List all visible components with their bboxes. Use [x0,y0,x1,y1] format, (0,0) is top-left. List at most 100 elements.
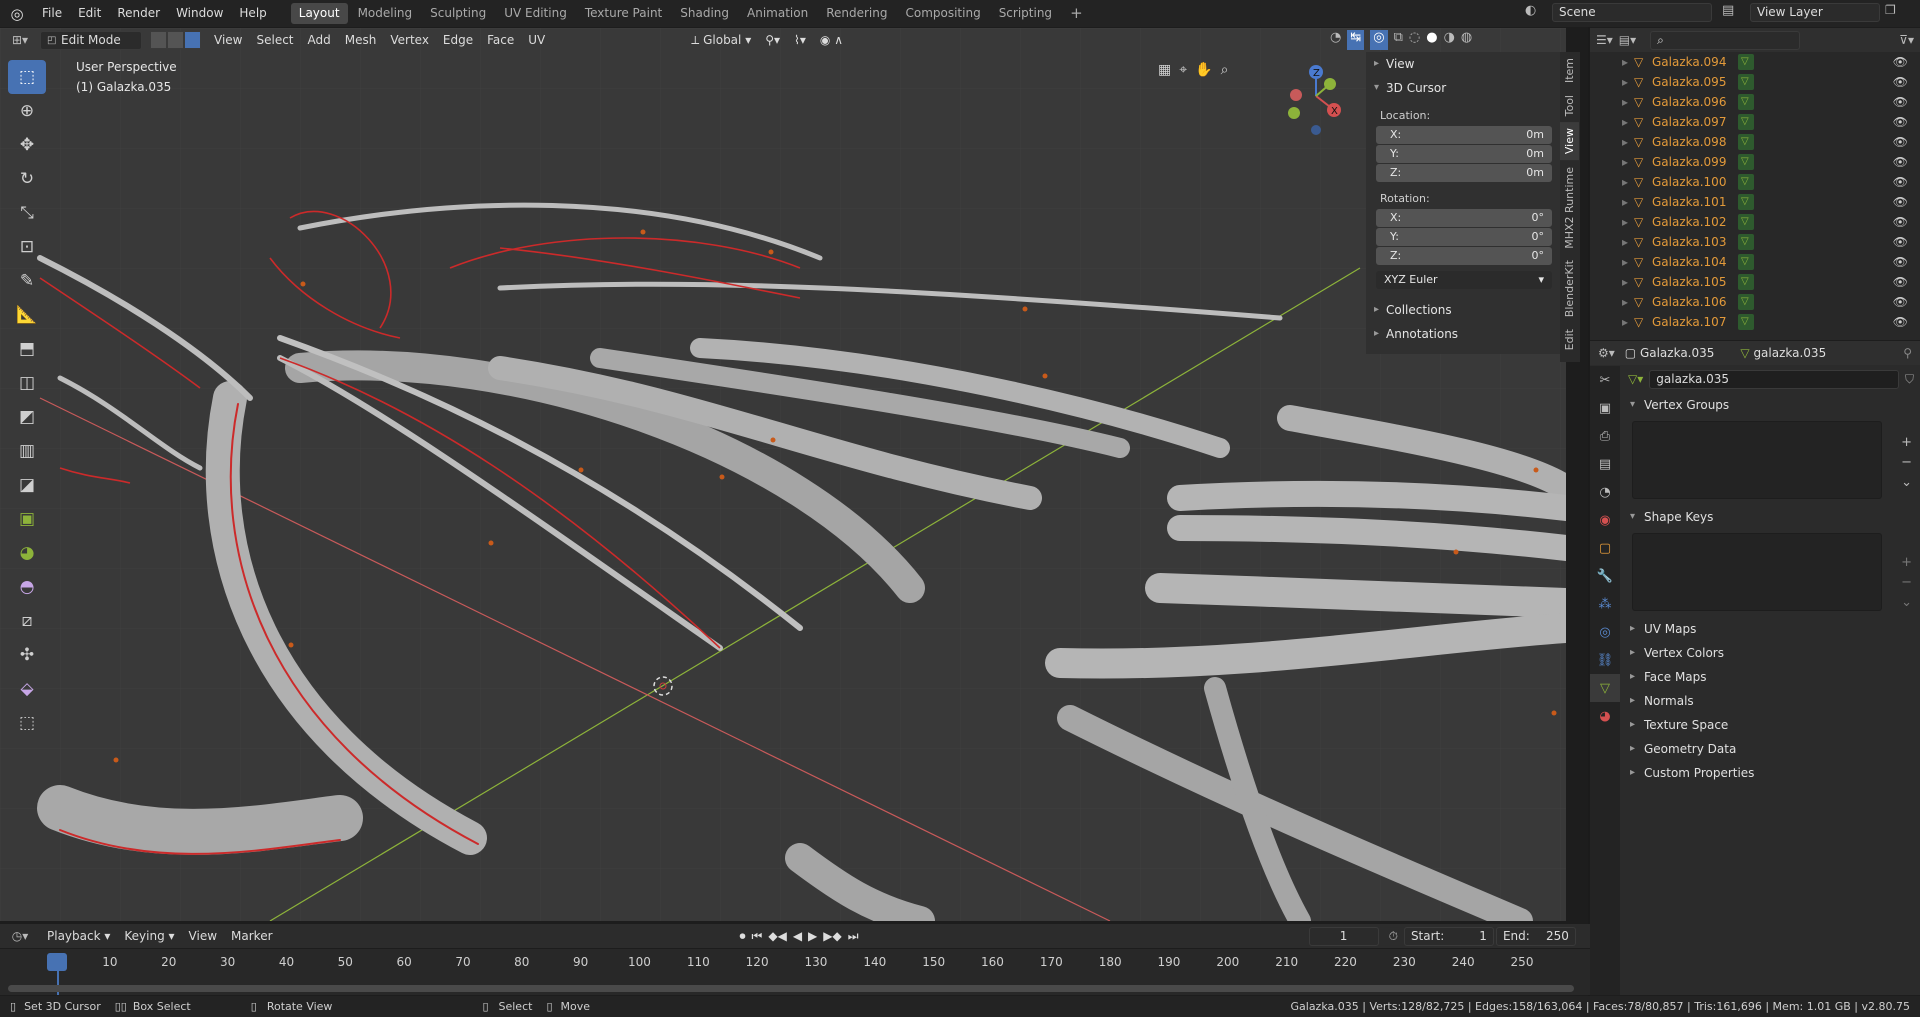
timeline-editor-icon[interactable]: ◷▾ [0,929,40,943]
scene-icon[interactable]: ◐ [1525,3,1543,23]
material-shading-icon[interactable]: ◑ [1444,30,1455,50]
mesh-name-field[interactable]: galazka.035 [1649,369,1899,389]
view-layer-tab-icon[interactable]: ▤ [1590,450,1620,478]
edge-select-icon[interactable] [167,31,184,49]
outliner-item[interactable]: ▸ ▽ Galazka.107 ▽ 👁 [1590,312,1920,332]
blender-logo-icon[interactable]: ◎ [0,5,34,23]
mesh-data-tab-icon[interactable]: ▽ [1590,674,1620,702]
start-frame-field[interactable]: Start: 1 [1403,926,1494,946]
outliner-item[interactable]: ▸ ▽ Galazka.104 ▽ 👁 [1590,252,1920,272]
mesh-data-icon[interactable]: ▽ [1738,94,1754,110]
tab-tool[interactable]: Tool [1560,89,1579,122]
mesh-data-icon[interactable]: ▽ [1738,54,1754,70]
mesh-data-icon[interactable]: ▽ [1738,154,1754,170]
constraints-icon[interactable]: ⛓ [1590,646,1620,674]
vertex-groups-list[interactable] [1632,421,1882,499]
eye-icon[interactable]: 👁 [1893,255,1908,269]
outliner-item[interactable]: ▸ ▽ Galazka.105 ▽ 👁 [1590,272,1920,292]
scene-field[interactable]: Scene [1552,3,1712,22]
menu-edge[interactable]: Edge [436,29,480,51]
expand-icon[interactable]: ▸ [1590,275,1634,289]
menu-help[interactable]: Help [231,0,274,27]
tab-compositing[interactable]: Compositing [897,3,988,24]
panel-vertex-groups[interactable]: Vertex Groups [1622,393,1920,417]
eye-icon[interactable]: 👁 [1893,315,1908,329]
mesh-data-icon[interactable]: ▽ [1738,214,1754,230]
record-icon[interactable]: ⏺ [740,929,746,944]
location-x-field[interactable]: X: 0m [1376,126,1552,144]
panel-geometry-data[interactable]: Geometry Data [1622,737,1920,761]
menu-playback[interactable]: Playback ▾ [40,925,117,947]
tab-texture-paint[interactable]: Texture Paint [577,3,670,24]
editor-type-icon[interactable]: ⊞▾ [0,33,40,47]
object-breadcrumb[interactable]: ▢ Galazka.035 [1625,346,1715,360]
stopwatch-icon[interactable]: ⏱ [1389,929,1398,944]
poly-build-tool-icon[interactable]: ▣ [8,502,46,536]
outliner-editor-icon[interactable]: ☰▾ [1596,33,1613,47]
tab-sculpting[interactable]: Sculpting [422,3,494,24]
expand-icon[interactable]: ▸ [1590,195,1634,209]
outliner-search-input[interactable]: ⌕ [1650,30,1801,50]
physics-icon[interactable]: ◎ [1590,618,1620,646]
outliner-item[interactable]: ▸ ▽ Galazka.096 ▽ 👁 [1590,92,1920,112]
tab-layout[interactable]: Layout [290,3,348,24]
eye-icon[interactable]: 👁 [1893,155,1908,169]
camera-icon[interactable]: ⌖ [1179,62,1187,92]
location-z-field[interactable]: Z: 0m [1376,164,1552,182]
spin-tool-icon[interactable]: ◕ [8,536,46,570]
outliner-item[interactable]: ▸ ▽ Galazka.103 ▽ 👁 [1590,232,1920,252]
expand-icon[interactable]: ▸ [1590,175,1634,189]
eye-icon[interactable]: 👁 [1893,95,1908,109]
tab-animation[interactable]: Animation [739,3,816,24]
outliner-item[interactable]: ▸ ▽ Galazka.100 ▽ 👁 [1590,172,1920,192]
rendered-shading-icon[interactable]: ◍ [1461,30,1472,50]
timeline-scrollbar[interactable] [8,985,1574,992]
cursor-tool-icon[interactable]: ⊕ [8,94,46,128]
tab-mhx2-runtime[interactable]: MHX2 Runtime [1560,161,1579,255]
add-icon[interactable]: + [1901,433,1912,453]
outliner-item[interactable]: ▸ ▽ Galazka.099 ▽ 👁 [1590,152,1920,172]
extrude-tool-icon[interactable]: ⬒ [8,332,46,366]
panel-annotations[interactable]: Annotations [1366,322,1560,346]
particles-icon[interactable]: ⁂ [1590,590,1620,618]
menu-file[interactable]: File [34,0,70,27]
view-layer-icon[interactable]: ▤ [1722,3,1742,18]
outliner-item[interactable]: ▸ ▽ Galazka.102 ▽ 👁 [1590,212,1920,232]
chevron-down-icon[interactable]: ⌄ [1901,593,1912,613]
end-frame-field[interactable]: End: 250 [1495,926,1576,946]
tab-edit[interactable]: Edit [1560,323,1579,356]
wireframe-shading-icon[interactable]: ◌ [1409,30,1420,50]
eye-icon[interactable]: 👁 [1893,215,1908,229]
fake-user-icon[interactable]: ⛉ [1905,372,1914,387]
mesh-data-icon[interactable]: ▽ [1738,114,1754,130]
pan-hand-icon[interactable]: ✋ [1195,62,1212,92]
tab-item[interactable]: Item [1560,52,1579,89]
outliner-item[interactable]: ▸ ▽ Galazka.094 ▽ 👁 [1590,52,1920,72]
eye-icon[interactable]: 👁 [1893,75,1908,89]
eye-icon[interactable]: 👁 [1893,135,1908,149]
panel-view[interactable]: View [1366,52,1560,76]
loop-cut-tool-icon[interactable]: ▥ [8,434,46,468]
pin-icon[interactable]: ⚲ [1903,346,1912,360]
eye-icon[interactable]: 👁 [1893,195,1908,209]
location-y-field[interactable]: Y: 0m [1376,145,1552,163]
outliner-item[interactable]: ▸ ▽ Galazka.106 ▽ 👁 [1590,292,1920,312]
expand-icon[interactable]: ▸ [1590,235,1634,249]
eye-icon[interactable]: 👁 [1893,175,1908,189]
smooth-tool-icon[interactable]: ◓ [8,570,46,604]
shear-tool-icon[interactable]: ⬙ [8,672,46,706]
mesh-data-icon[interactable]: ▽ [1738,174,1754,190]
scale-tool-icon[interactable]: ⤡ [8,196,46,230]
expand-icon[interactable]: ▸ [1590,115,1634,129]
timeline[interactable]: 1102030405060708090100110120130140150160… [0,948,1590,995]
mesh-data-icon[interactable]: ▽ [1738,234,1754,250]
mesh-data-icon[interactable]: ▽ [1738,254,1754,270]
panel-normals[interactable]: Normals [1622,689,1920,713]
xray-icon[interactable]: ⧉ [1394,30,1403,50]
solid-shading-icon[interactable]: ● [1426,30,1437,50]
measure-tool-icon[interactable]: 📐 [8,298,46,332]
panel-custom-properties[interactable]: Custom Properties [1622,761,1920,785]
outliner-item[interactable]: ▸ ▽ Galazka.097 ▽ 👁 [1590,112,1920,132]
rotation-z-field[interactable]: Z: 0° [1376,247,1552,265]
tab-blenderkit[interactable]: BlenderKit [1560,254,1579,323]
